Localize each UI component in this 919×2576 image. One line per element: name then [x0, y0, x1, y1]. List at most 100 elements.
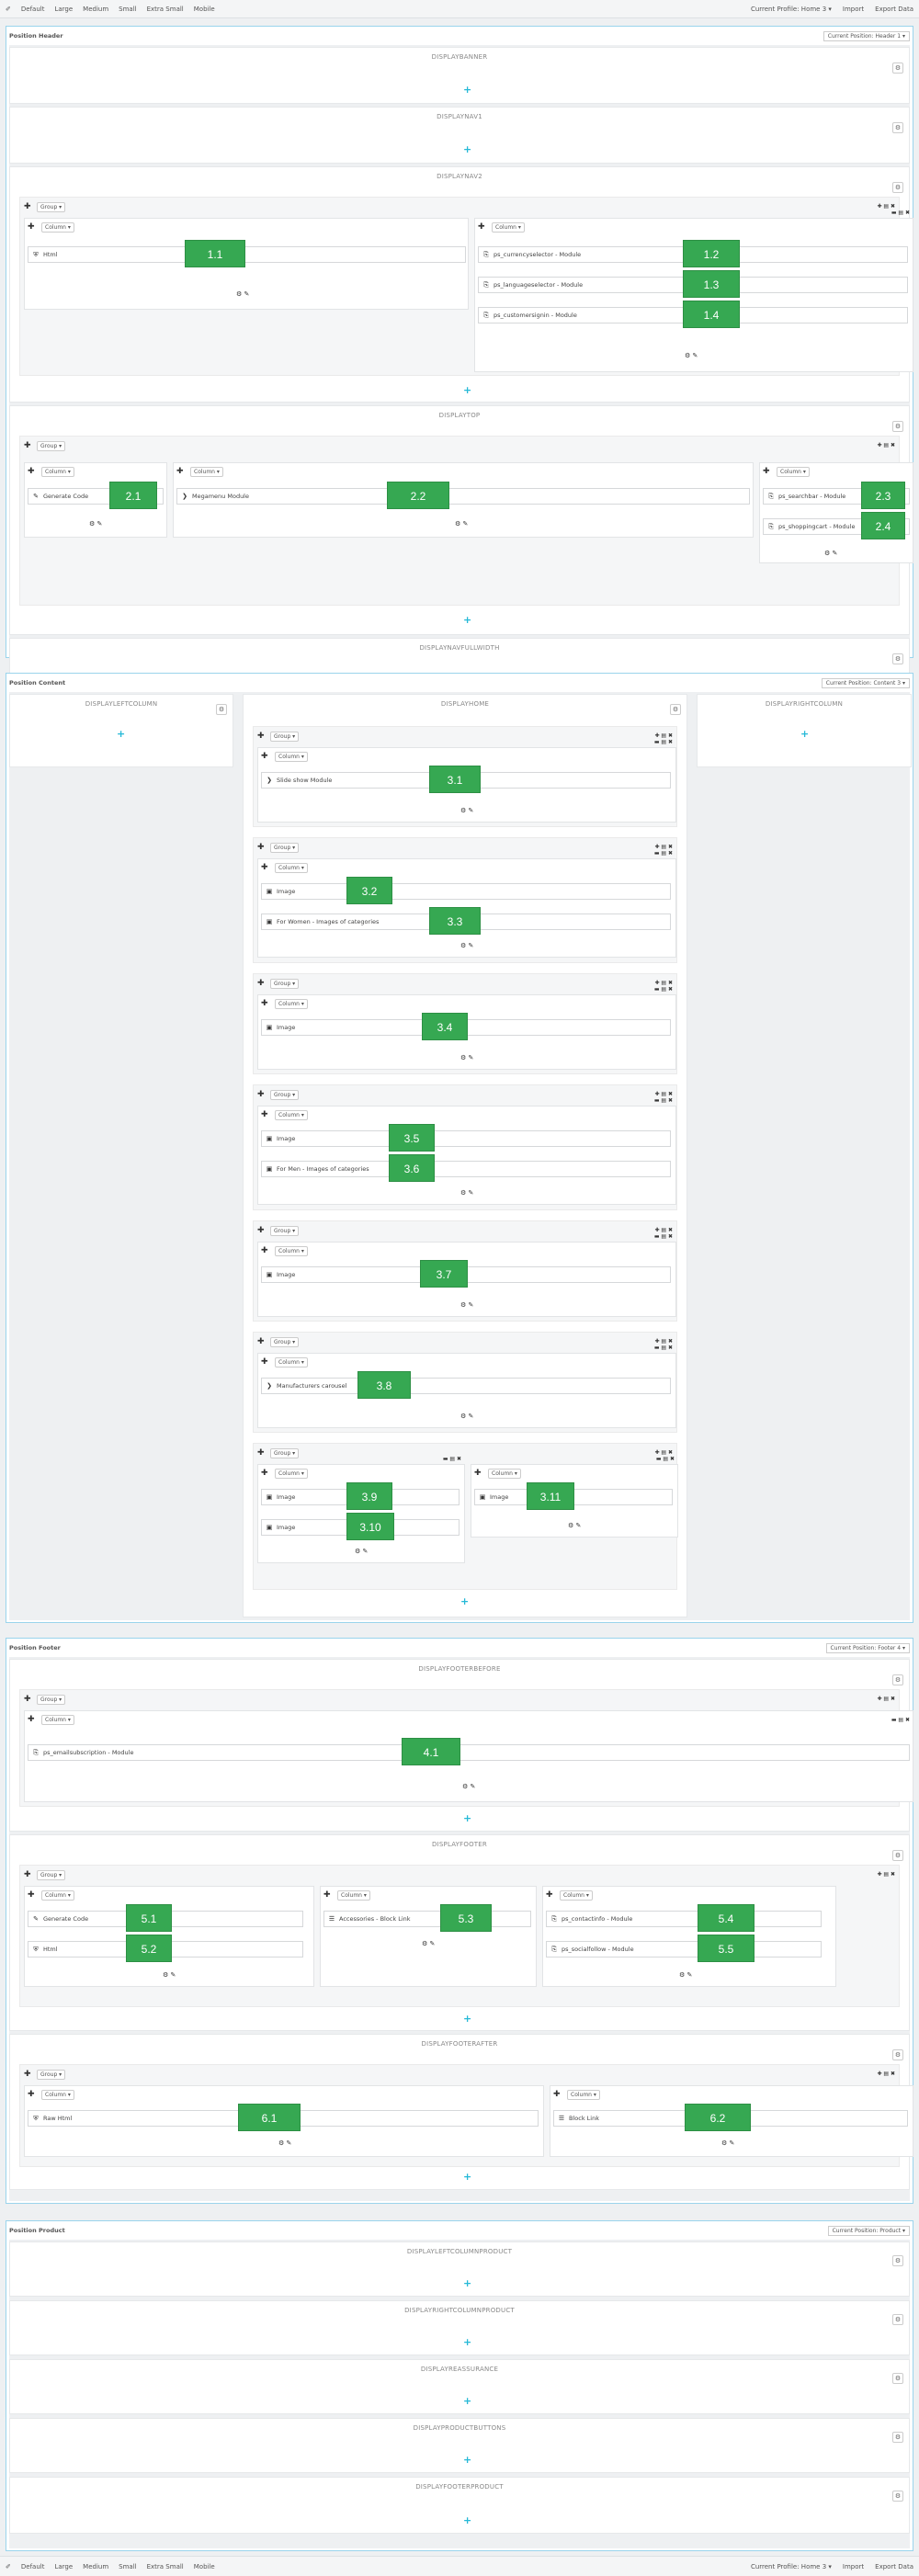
module-row[interactable]: ▣ Image [261, 1130, 671, 1147]
column-tools[interactable]: ⚙ ✎ [460, 807, 473, 814]
group-dropdown[interactable]: Group ▾ [270, 1448, 300, 1458]
column-dropdown[interactable]: Column ▾ [41, 222, 74, 233]
import-button[interactable]: Import [843, 2563, 864, 2570]
gear-icon[interactable]: ⚙ [892, 2255, 903, 2266]
move-icon[interactable]: ✚ [257, 980, 265, 988]
group-dropdown[interactable]: Group ▾ [270, 1337, 300, 1347]
column-tools[interactable]: ▬ ▤ ✖ [656, 1456, 675, 1463]
column-tools[interactable]: ⚙ ✎ [460, 1054, 473, 1061]
add-group-icon[interactable]: + [463, 85, 471, 95]
column-tools[interactable]: ⚙ ✎ [460, 1301, 473, 1309]
column-dropdown[interactable]: Column ▾ [275, 752, 308, 762]
device-small[interactable]: Small [119, 6, 136, 13]
move-icon[interactable]: ✚ [28, 1716, 35, 1724]
move-icon[interactable]: ✚ [28, 223, 35, 232]
column-dropdown[interactable]: Column ▾ [567, 2090, 600, 2100]
gear-icon[interactable]: ⚙ [892, 1850, 903, 1861]
column-tools[interactable]: ▬ ▤ ✖ [654, 1345, 673, 1352]
move-icon[interactable]: ✚ [28, 468, 35, 476]
export-button[interactable]: Export Data [875, 2563, 913, 2570]
column-tools[interactable]: ▬ ▤ ✖ [654, 850, 673, 857]
gear-icon[interactable]: ⚙ [892, 421, 903, 432]
group-tools[interactable]: ✚ ▤ ✖ [877, 2071, 895, 2078]
content-profile-select[interactable]: Current Position: Content 3 ▾ [821, 677, 910, 688]
group-tools[interactable]: ✚ ▤ ✖ [877, 1871, 895, 1878]
module-row[interactable]: ❯ Megamenu Module [176, 488, 750, 505]
move-icon[interactable]: ✚ [261, 1247, 268, 1255]
group-dropdown[interactable]: Group ▾ [37, 1695, 66, 1705]
gear-icon[interactable]: ⚙ [216, 704, 227, 715]
column-tools[interactable]: ⚙ ✎ [422, 1940, 435, 1947]
move-icon[interactable]: ✚ [323, 1891, 331, 1900]
gear-icon[interactable]: ⚙ [892, 1674, 903, 1685]
add-group-icon[interactable]: + [117, 729, 125, 739]
column-dropdown[interactable]: Column ▾ [275, 863, 308, 873]
column-tools[interactable]: ⚙ ✎ [460, 1413, 473, 1420]
column-tools[interactable]: ▬ ▤ ✖ [654, 1233, 673, 1241]
group-dropdown[interactable]: Group ▾ [37, 1870, 66, 1880]
column-dropdown[interactable]: Column ▾ [190, 467, 223, 477]
group-dropdown[interactable]: Group ▾ [37, 202, 66, 212]
column-tools[interactable]: ⚙ ✎ [278, 2139, 291, 2147]
column-tools[interactable]: ⚙ ✎ [236, 290, 249, 298]
group-dropdown[interactable]: Group ▾ [270, 1090, 300, 1100]
column-tools[interactable]: ▬ ▤ ✖ [654, 739, 673, 746]
add-group-icon[interactable]: + [463, 615, 471, 625]
column-tools[interactable]: ⚙ ✎ [568, 1522, 581, 1529]
gear-icon[interactable]: ⚙ [670, 704, 681, 715]
header-profile-select[interactable]: Current Position: Header 1 ▾ [823, 30, 910, 41]
move-icon[interactable]: ✚ [257, 1227, 265, 1235]
column-tools[interactable]: ▬ ▤ ✖ [654, 1097, 673, 1105]
add-group-icon[interactable]: + [463, 2172, 471, 2182]
module-row[interactable]: ▣ Image [261, 883, 671, 900]
add-group-icon[interactable]: + [463, 2014, 471, 2024]
column-tools[interactable]: ▬ ▤ ✖ [891, 1717, 910, 1724]
move-icon[interactable]: ✚ [763, 468, 770, 476]
device-large[interactable]: Large [54, 2563, 73, 2570]
move-icon[interactable]: ✚ [261, 1111, 268, 1119]
device-default[interactable]: Default [21, 2563, 45, 2570]
device-default[interactable]: Default [21, 6, 45, 13]
column-dropdown[interactable]: Column ▾ [777, 467, 810, 477]
move-icon[interactable]: ✚ [28, 2091, 35, 2099]
device-medium[interactable]: Medium [83, 2563, 108, 2570]
column-tools[interactable]: ▬ ▤ ✖ [654, 986, 673, 993]
group-tools[interactable]: ✚ ▤ ✖ [877, 1696, 895, 1703]
column-dropdown[interactable]: Column ▾ [41, 1890, 74, 1901]
import-button[interactable]: Import [843, 6, 864, 13]
module-row[interactable]: ☰ Accessories - Block Link [323, 1911, 531, 1927]
move-icon[interactable]: ✚ [546, 1891, 553, 1900]
group-dropdown[interactable]: Group ▾ [270, 843, 300, 853]
move-icon[interactable]: ✚ [474, 1470, 482, 1478]
footer-profile-select[interactable]: Current Position: Footer 4 ▾ [825, 1642, 910, 1653]
group-dropdown[interactable]: Group ▾ [270, 732, 300, 742]
device-small[interactable]: Small [119, 2563, 136, 2570]
gear-icon[interactable]: ⚙ [892, 2314, 903, 2325]
module-row[interactable]: ▣ For Men - Images of categories [261, 1161, 671, 1177]
add-group-icon[interactable]: + [460, 1596, 469, 1606]
device-mobile[interactable]: Mobile [194, 6, 215, 13]
module-row[interactable]: ⎘ ps_socialfollow - Module [546, 1941, 822, 1958]
move-icon[interactable]: ✚ [257, 1449, 265, 1458]
column-tools[interactable]: ⚙ ✎ [460, 1189, 473, 1197]
move-icon[interactable]: ✚ [553, 2091, 561, 2099]
gear-icon[interactable]: ⚙ [892, 2432, 903, 2443]
add-group-icon[interactable]: + [463, 2396, 471, 2406]
move-icon[interactable]: ✚ [257, 844, 265, 852]
device-large[interactable]: Large [54, 6, 73, 13]
column-tools[interactable]: ⚙ ✎ [163, 1971, 176, 1979]
device-extra-small[interactable]: Extra Small [147, 6, 184, 13]
column-dropdown[interactable]: Column ▾ [275, 1110, 308, 1120]
column-dropdown[interactable]: Column ▾ [41, 467, 74, 477]
move-icon[interactable]: ✚ [24, 1696, 31, 1704]
column-tools[interactable]: ▬ ▤ ✖ [891, 210, 910, 217]
column-dropdown[interactable]: Column ▾ [275, 1357, 308, 1367]
move-icon[interactable]: ✚ [24, 2071, 31, 2079]
product-profile-select[interactable]: Current Position: Product ▾ [827, 2225, 910, 2236]
move-icon[interactable]: ✚ [257, 1338, 265, 1346]
gear-icon[interactable]: ⚙ [892, 653, 903, 664]
move-icon[interactable]: ✚ [261, 1000, 268, 1008]
gear-icon[interactable]: ⚙ [892, 62, 903, 74]
module-row[interactable]: ⛨ Html [28, 246, 466, 263]
add-group-icon[interactable]: + [463, 2278, 471, 2288]
